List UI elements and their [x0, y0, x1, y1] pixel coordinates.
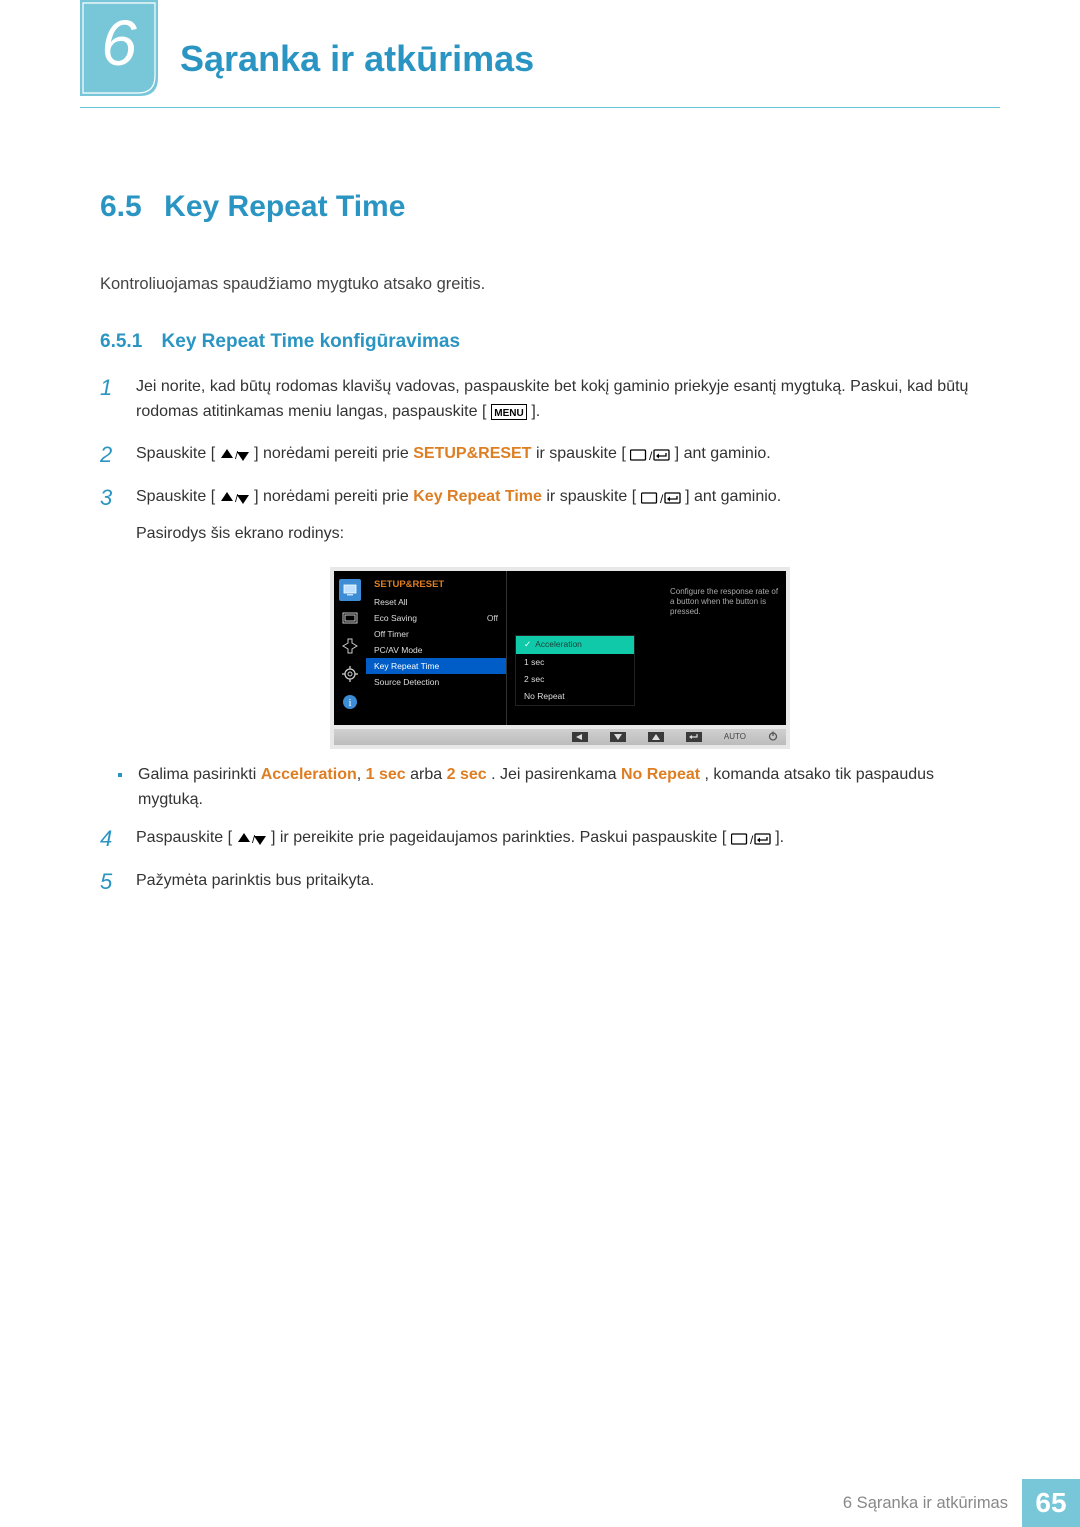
section-number: 6.5 — [100, 190, 142, 223]
osd-bottom-bar: AUTO — [334, 729, 786, 745]
step-body: Spauskite [ / ] norėdami pereiti prie Ke… — [136, 485, 980, 547]
section-title: 6.5 Key Repeat Time — [100, 190, 980, 224]
step-number: 3 — [100, 485, 122, 511]
step-number: 1 — [100, 375, 122, 401]
osd-menu-item-selected: Key Repeat Time — [366, 658, 506, 674]
manual-page: 6 Sąranka ir atkūrimas 6.5 Key Repeat Ti… — [0, 0, 1080, 1527]
osd-menu-title: SETUP&RESET — [366, 577, 506, 594]
chapter-title: Sąranka ir atkūrimas — [180, 38, 534, 80]
up-down-icon: / — [220, 489, 250, 514]
down-icon — [610, 732, 626, 742]
osd-sub-item: 2 sec — [516, 671, 634, 688]
footer-chapter: 6 Sąranka ir atkūrimas — [843, 1479, 1022, 1527]
auto-label: AUTO — [724, 732, 746, 741]
step-body: Jei norite, kad būtų rodomas klavišų vad… — [136, 375, 980, 429]
left-icon — [572, 732, 588, 742]
footer-page-number: 65 — [1022, 1479, 1080, 1527]
source-enter-icon: / — [641, 489, 681, 514]
svg-text:/: / — [235, 493, 239, 505]
osd-nav-icons: i — [334, 571, 366, 725]
power-icon — [768, 731, 778, 743]
steps-list: 1 Jei norite, kad būtų rodomas klavišų v… — [100, 375, 980, 896]
up-down-icon: / — [220, 446, 250, 471]
osd-submenu: Acceleration 1 sec 2 sec No Repeat — [515, 635, 635, 706]
up-down-icon: / — [237, 830, 267, 855]
step-number: 4 — [100, 826, 122, 852]
osd-menu-item: Reset All — [366, 594, 506, 610]
osd-sub-item: No Repeat — [516, 688, 634, 705]
page-footer: 6 Sąranka ir atkūrimas 65 — [0, 1479, 1080, 1527]
osd-screenshot: i SETUP&RESET Reset All Eco SavingOff Of… — [330, 567, 790, 749]
brightness-icon — [339, 579, 361, 601]
step-body: Pažymėta parinktis bus pritaikyta. — [136, 869, 980, 894]
subsection-title: 6.5.1 Key Repeat Time konfigūravimas — [100, 331, 980, 353]
picture-icon — [339, 607, 361, 629]
chapter-badge: 6 — [80, 0, 158, 96]
svg-text:/: / — [649, 449, 653, 462]
up-icon — [648, 732, 664, 742]
source-enter-icon: / — [630, 446, 670, 471]
svg-text:MENU: MENU — [494, 408, 523, 419]
step-extra: Pasirodys šis ekrano rodinys: — [136, 522, 980, 547]
content: 6.5 Key Repeat Time Kontroliuojamas spau… — [100, 190, 980, 910]
section-name: Key Repeat Time — [164, 190, 405, 223]
step-number: 5 — [100, 869, 122, 895]
menu-icon: MENU — [491, 404, 527, 429]
info-icon: i — [339, 691, 361, 713]
osd-right-pane: Configure the response rate of a button … — [506, 571, 786, 725]
svg-text:/: / — [235, 450, 239, 462]
bullet-item: Galima pasirinkti Acceleration, 1 sec ar… — [118, 763, 980, 813]
osd-menu: SETUP&RESET Reset All Eco SavingOff Off … — [366, 571, 506, 725]
osd-menu-item: Off Timer — [366, 626, 506, 642]
subsection-name: Key Repeat Time konfigūravimas — [162, 331, 460, 352]
intro-text: Kontroliuojamas spaudžiamo mygtuko atsak… — [100, 272, 980, 297]
osd-menu-item: PC/AV Mode — [366, 642, 506, 658]
svg-text:/: / — [252, 834, 256, 846]
source-enter-icon: / — [731, 830, 771, 855]
svg-text:/: / — [750, 833, 754, 846]
step-number: 2 — [100, 442, 122, 468]
chapter-number: 6 — [80, 6, 158, 80]
step-body: Spauskite [ / ] norėdami pereiti prie SE… — [136, 442, 980, 471]
enter-icon — [686, 732, 702, 742]
osd-tip: Configure the response rate of a button … — [670, 587, 780, 617]
osd-sub-item: 1 sec — [516, 654, 634, 671]
osd-sub-item-selected: Acceleration — [516, 636, 634, 654]
osd-menu-item: Eco SavingOff — [366, 610, 506, 626]
bullet-list: Galima pasirinkti Acceleration, 1 sec ar… — [100, 763, 980, 813]
cross-icon — [339, 635, 361, 657]
page-header: 6 Sąranka ir atkūrimas — [80, 18, 1000, 108]
svg-text:/: / — [660, 492, 664, 505]
subsection-number: 6.5.1 — [100, 331, 142, 352]
osd-menu-item: Source Detection — [366, 674, 506, 690]
svg-text:i: i — [348, 697, 351, 709]
gear-icon — [339, 663, 361, 685]
step-body: Paspauskite [ / ] ir pereikite prie page… — [136, 826, 980, 855]
